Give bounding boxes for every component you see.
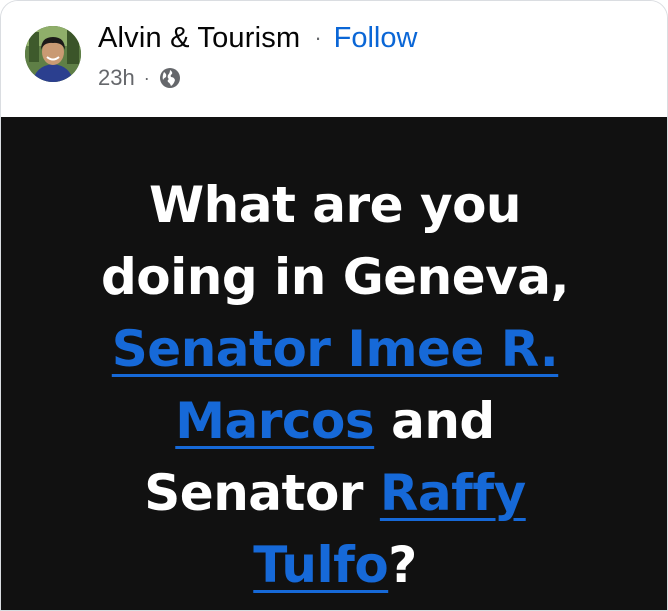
author-row: Alvin & Tourism · Follow: [98, 21, 417, 55]
post-card: Alvin & Tourism · Follow 23h · What are …: [0, 0, 668, 611]
mention-imee-marcos-part-2[interactable]: Marcos: [175, 392, 374, 450]
headline-connector: and: [391, 392, 495, 450]
headline-line-2: doing in Geneva,: [100, 248, 570, 306]
globe-icon: [159, 67, 181, 89]
image-headline: What are you doing in Geneva, Senator Imee…: [61, 169, 609, 601]
mention-raffy-tulfo-part-1[interactable]: Raffy: [380, 464, 526, 522]
follow-button[interactable]: Follow: [334, 22, 418, 55]
post-image[interactable]: What are you doing in Geneva, Senator Imee…: [1, 117, 667, 610]
mention-raffy-tulfo-part-2[interactable]: Tulfo: [253, 536, 388, 594]
post-timestamp[interactable]: 23h: [98, 65, 135, 91]
avatar-photo: [25, 26, 81, 82]
headline-question-mark: ?: [388, 536, 417, 594]
avatar[interactable]: [25, 26, 81, 82]
headline-senator-prefix: Senator: [144, 464, 363, 522]
mention-imee-marcos-part-1[interactable]: Senator Imee R.: [112, 320, 559, 378]
separator-dot: ·: [314, 25, 322, 50]
headline-line-1: What are you: [148, 176, 522, 234]
meta-separator-dot: ·: [143, 67, 150, 88]
post-header: Alvin & Tourism · Follow 23h ·: [1, 1, 667, 117]
post-meta: 23h ·: [98, 63, 181, 93]
author-name[interactable]: Alvin & Tourism: [98, 22, 300, 55]
